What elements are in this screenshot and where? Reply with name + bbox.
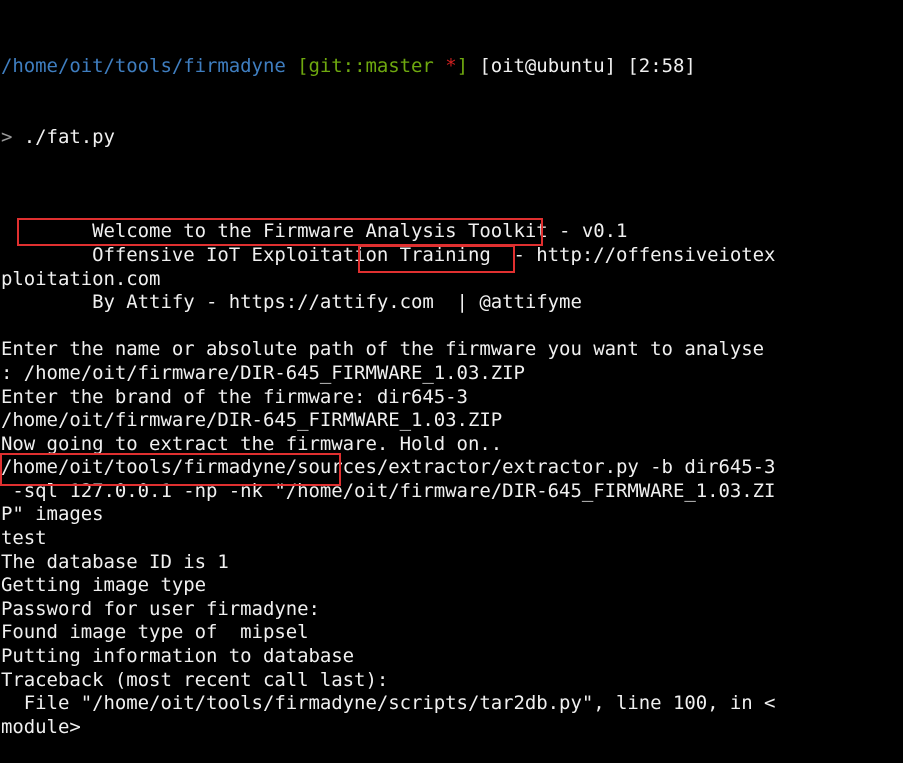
output-line: By Attify - https://attify.com | @attify… bbox=[1, 291, 582, 314]
output-line: Traceback (most recent call last): bbox=[1, 668, 389, 691]
command-text: ./fat.py bbox=[12, 125, 115, 148]
output-line: module> bbox=[1, 715, 81, 738]
command-line: > ./fat.py bbox=[1, 126, 775, 150]
terminal-output: /home/oit/tools/firmadyne [git::master *… bbox=[1, 8, 776, 763]
user-host-time: [oit@ubuntu] [2:58] bbox=[467, 55, 696, 78]
output-line: Enter the brand of the firmware: dir645-… bbox=[1, 385, 468, 408]
output-line: P" images bbox=[1, 503, 104, 526]
prompt-line: /home/oit/tools/firmadyne [git::master *… bbox=[1, 55, 775, 79]
prompt-symbol: > bbox=[1, 125, 13, 148]
output-line: Getting image type bbox=[1, 574, 207, 597]
output-line: Putting information to database bbox=[1, 645, 355, 668]
output-line: /home/oit/firmware/DIR-645_FIRMWARE_1.03… bbox=[1, 409, 503, 432]
output-line: : /home/oit/firmware/DIR-645_FIRMWARE_1.… bbox=[1, 361, 525, 384]
prompt-path: /home/oit/tools/firmadyne bbox=[1, 55, 286, 78]
output-line: Found image type of mipsel bbox=[1, 621, 309, 644]
highlight-firmware-path bbox=[17, 218, 543, 246]
output-line: The database ID is 1 bbox=[1, 550, 229, 573]
highlight-password-prompt bbox=[0, 453, 341, 486]
git-branch-close: ] bbox=[456, 55, 468, 78]
output-line: Enter the name or absolute path of the f… bbox=[1, 338, 765, 361]
output-line: test bbox=[1, 527, 47, 550]
highlight-brand bbox=[358, 245, 515, 273]
output-line: Password for user firmadyne: bbox=[1, 597, 320, 620]
git-dirty-marker: * bbox=[445, 55, 457, 78]
output-line: File "/home/oit/tools/firmadyne/scripts/… bbox=[1, 692, 776, 715]
git-branch: [git::master bbox=[297, 55, 446, 78]
